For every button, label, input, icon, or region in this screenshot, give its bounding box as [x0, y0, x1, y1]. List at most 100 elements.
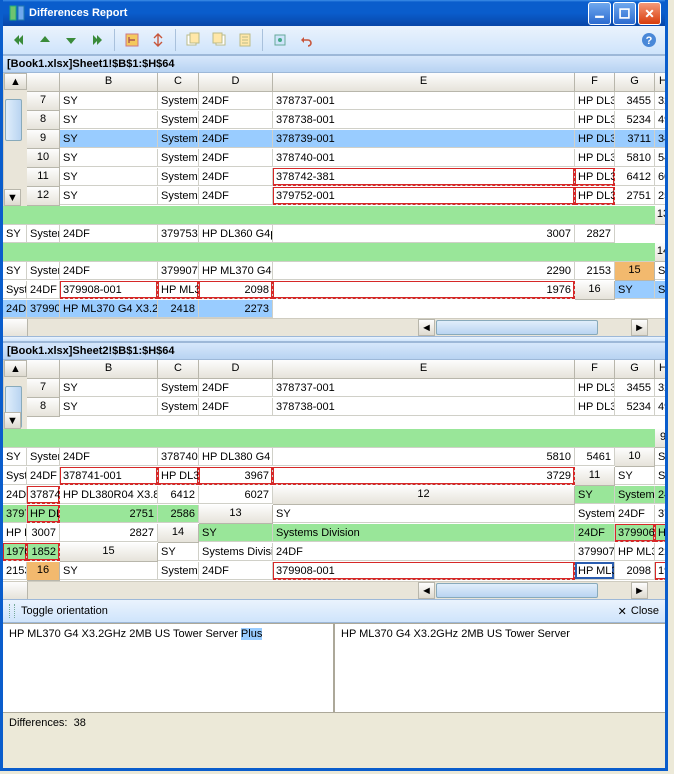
cell[interactable]: HP DL360 G4p X3.2/2MB/1GB SCSI US Srvr [199, 225, 273, 243]
col-header[interactable]: B [60, 360, 158, 379]
cell[interactable]: 3729 [273, 467, 575, 485]
cell[interactable]: 24DF [199, 398, 273, 416]
cell[interactable]: 2586 [158, 505, 199, 523]
cell[interactable]: HP DL380 G4 X3.6GHz 2MB-HPM US Rack Srvr [199, 448, 273, 466]
cell[interactable]: Systems Division [3, 281, 27, 299]
first-diff-button[interactable] [7, 28, 31, 52]
cell[interactable]: Systems Division [655, 281, 665, 299]
close-detail-icon[interactable]: ✕ [618, 605, 627, 618]
cell[interactable]: HP ML370 G4 X3.2GHz 2MB US Tower Server … [158, 281, 199, 299]
cell[interactable]: HP ML370 G4 X3.0GHz 2MB US Rack Server [615, 543, 655, 561]
row-header[interactable]: 14 [655, 243, 665, 262]
col-header[interactable]: C [158, 360, 199, 379]
cell[interactable]: SY [3, 262, 27, 280]
cell[interactable]: 24DF [199, 111, 273, 129]
cell[interactable]: 24DF [199, 562, 273, 580]
cell[interactable]: Systems Division [158, 398, 199, 416]
cell[interactable]: 378740-001 [158, 448, 199, 466]
cell[interactable]: 2586 [655, 187, 665, 205]
cell[interactable]: SY [199, 524, 273, 542]
export-button[interactable] [233, 28, 257, 52]
cell[interactable]: SY [158, 543, 199, 561]
cell[interactable]: HP DL360 G4p X3.2/2MB/1GB SCSI US Srvr [3, 524, 27, 542]
cell[interactable]: 24DF [199, 149, 273, 167]
cell[interactable]: 378738-001 [273, 111, 575, 129]
cell[interactable]: HP DL380 G4 X3.4GHz 2MB-HPM US Rack Srvr [575, 111, 615, 129]
toggle-orientation-button[interactable]: Toggle orientation [21, 605, 108, 617]
row-header[interactable]: 11 [27, 168, 60, 187]
help-button[interactable]: ? [637, 28, 661, 52]
cell[interactable]: 24DF [575, 524, 615, 542]
cell[interactable]: HP DL380R04 X3.8/800-2M Hpm US Svr [575, 168, 615, 186]
cell[interactable]: SY [60, 562, 158, 580]
cell[interactable]: 2290 [273, 262, 575, 280]
cell[interactable]: 2153 [3, 562, 27, 580]
cell[interactable]: 24DF [199, 187, 273, 205]
swap-panes-button[interactable] [120, 28, 144, 52]
cell[interactable]: 2098 [615, 562, 655, 580]
maximize-button[interactable] [613, 2, 636, 25]
next-diff-button[interactable] [59, 28, 83, 52]
cell[interactable]: Systems Division [27, 448, 60, 466]
cell[interactable]: HP DL380 G4 X3.4GHz 2MB US Rack Srvr [575, 92, 615, 110]
cell[interactable]: 24DF [199, 168, 273, 186]
copy-left-button[interactable] [181, 28, 205, 52]
cell[interactable]: HP DL380 G4 X3.4GHz 2MB-HPM US Rack Srvr [575, 398, 615, 416]
minimize-button[interactable] [588, 2, 611, 25]
cell[interactable]: 3007 [27, 524, 60, 542]
cell[interactable]: 2153 [575, 262, 615, 280]
cell[interactable]: SY [615, 281, 655, 299]
col-header[interactable]: G [615, 73, 655, 92]
cell[interactable]: Systems Division [27, 262, 60, 280]
col-header[interactable]: D [199, 73, 273, 92]
row-header[interactable]: 16 [27, 562, 60, 581]
grid-bottom[interactable]: BCDEFGH▲▼7SYSystems Division24DF378737-0… [3, 360, 665, 581]
col-header[interactable]: F [575, 73, 615, 92]
cell[interactable]: Systems Division [273, 524, 575, 542]
col-header[interactable]: G [615, 360, 655, 379]
cell[interactable]: 379907-001 [575, 543, 615, 561]
cell[interactable]: Systems Division [655, 467, 665, 485]
last-diff-button[interactable] [85, 28, 109, 52]
cell[interactable]: Systems Division [575, 505, 615, 523]
cell[interactable]: 24DF [27, 281, 60, 299]
cell[interactable]: 379752-001 [3, 505, 27, 523]
cell[interactable]: HP DL380 G4 X3.6GHz 2MB-HPM US Rack Srvr [575, 149, 615, 167]
row-header[interactable]: 10 [615, 448, 655, 467]
refresh-button[interactable] [268, 28, 292, 52]
cell[interactable]: HP DL380 G4 X3.4GHz 2MB US Rack Srvr [575, 379, 615, 397]
cell[interactable]: 5461 [655, 149, 665, 167]
cell[interactable]: 3711 [615, 130, 655, 148]
cell[interactable]: 3488 [655, 130, 665, 148]
cell[interactable]: 379908-001 [273, 562, 575, 580]
scroll-right-icon[interactable]: ► [631, 582, 648, 599]
cell[interactable]: SY [273, 505, 575, 523]
cell[interactable]: 378738-001 [273, 398, 575, 416]
cell[interactable]: 24DF [3, 486, 27, 504]
cell[interactable]: 5234 [615, 111, 655, 129]
cell[interactable]: HP DL380R04 X3.8/800-2M US Svr [158, 467, 199, 485]
cell[interactable]: Systems Division [3, 467, 27, 485]
cell[interactable]: 4920 [655, 398, 665, 416]
row-header[interactable]: 15 [60, 543, 158, 562]
row-header[interactable]: 13 [199, 505, 273, 524]
cell[interactable]: 379753-001 [655, 505, 665, 523]
scroll-right-icon[interactable]: ► [631, 319, 648, 336]
cell[interactable]: 2751 [60, 505, 158, 523]
col-header[interactable]: D [199, 360, 273, 379]
cell[interactable]: 5810 [615, 149, 655, 167]
copy-right-button[interactable] [207, 28, 231, 52]
grid-top[interactable]: BCDEFGH▲▼7SYSystems Division24DF378737-0… [3, 73, 665, 318]
vscroll[interactable]: ▲▼ [3, 360, 27, 429]
cell[interactable]: 24DF [199, 379, 273, 397]
cell[interactable]: 5234 [615, 398, 655, 416]
col-header[interactable]: B [60, 73, 158, 92]
cell[interactable]: 3967 [199, 467, 273, 485]
cell[interactable]: 3248 [655, 92, 665, 110]
col-header[interactable]: F [575, 360, 615, 379]
cell[interactable]: 1970 [3, 543, 27, 561]
cell[interactable]: Systems Division [158, 187, 199, 205]
cell[interactable]: 24DF [615, 505, 655, 523]
sync-scroll-button[interactable] [146, 28, 170, 52]
cell[interactable]: Systems Division [158, 92, 199, 110]
